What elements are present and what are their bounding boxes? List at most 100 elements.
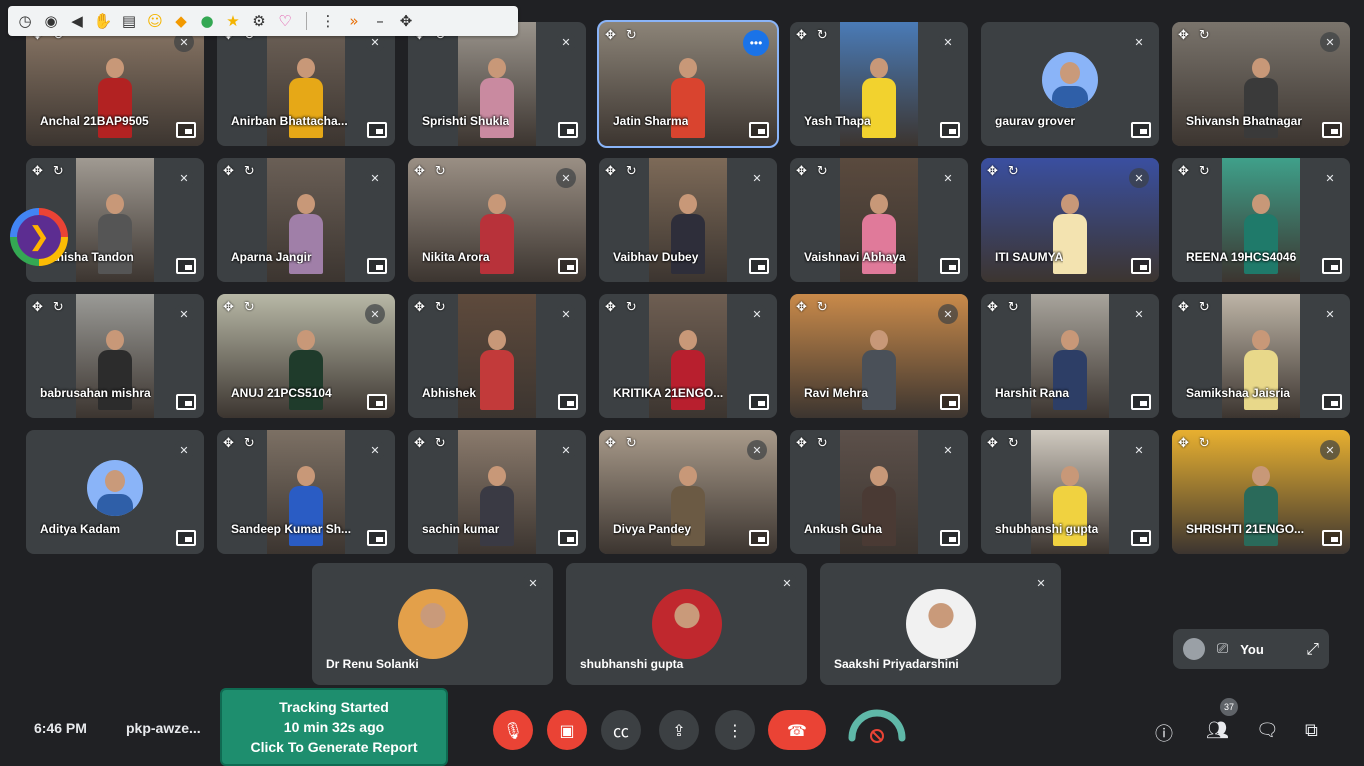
refresh-icon[interactable]: ↻ xyxy=(435,164,446,179)
refresh-icon[interactable]: ↻ xyxy=(53,300,64,315)
self-view-tile[interactable]: ⎚ You ⤢ xyxy=(1173,629,1329,669)
refresh-icon[interactable]: ↻ xyxy=(1199,164,1210,179)
refresh-icon[interactable]: ↻ xyxy=(1008,300,1019,315)
picture-in-picture-icon[interactable] xyxy=(367,122,387,138)
refresh-icon[interactable]: ↻ xyxy=(817,164,828,179)
refresh-icon[interactable]: ↻ xyxy=(817,28,828,43)
picture-in-picture-icon[interactable] xyxy=(1322,258,1342,274)
picture-in-picture-icon[interactable] xyxy=(367,394,387,410)
picture-in-picture-icon[interactable] xyxy=(558,258,578,274)
picture-in-picture-icon[interactable] xyxy=(940,530,960,546)
move-icon[interactable]: ✥ xyxy=(414,300,425,315)
camera-toggle-button[interactable]: ▣ xyxy=(547,710,587,750)
picture-in-picture-icon[interactable] xyxy=(1322,122,1342,138)
mic-toggle-button[interactable]: 🎙︎ xyxy=(493,710,533,750)
picture-in-picture-icon[interactable] xyxy=(176,122,196,138)
tracking-report-button[interactable]: Tracking Started 10 min 32s ago Click To… xyxy=(220,688,448,766)
move-icon[interactable]: ✥ xyxy=(414,164,425,179)
move-icon[interactable]: ✥ xyxy=(1178,164,1189,179)
participant-tile[interactable]: ✕ Dr Renu Solanki xyxy=(312,563,553,685)
participant-tile[interactable]: ✥ ↻ ✕ Divya Pandey xyxy=(599,430,777,554)
captions-button[interactable]: ㏄ xyxy=(601,710,641,750)
participant-tile[interactable]: ✥ ↻ ✕ Samikshaa Jaisria xyxy=(1172,294,1350,418)
move-icon[interactable]: ✥ xyxy=(1178,436,1189,451)
refresh-icon[interactable]: ↻ xyxy=(435,300,446,315)
move-icon[interactable]: ✥ xyxy=(796,300,807,315)
shield-icon[interactable]: ♡ xyxy=(274,10,296,32)
refresh-icon[interactable]: ↻ xyxy=(1008,436,1019,451)
gear-icon[interactable]: ⚙ xyxy=(248,10,270,32)
picture-in-picture-icon[interactable] xyxy=(940,258,960,274)
participant-tile[interactable]: ✥ ↻ ✕ ANUJ 21PCS5104 xyxy=(217,294,395,418)
participant-tile[interactable]: ✥↻✕Anchal 21BAP9505 xyxy=(26,22,204,146)
picture-in-picture-icon[interactable] xyxy=(1131,258,1151,274)
participant-tile[interactable]: ✥ ↻ ✕ Vaibhav Dubey xyxy=(599,158,777,282)
participant-tile[interactable]: ✥ ↻ ✕ KRITIKA 21ENGO... xyxy=(599,294,777,418)
refresh-icon[interactable]: ↻ xyxy=(1199,300,1210,315)
refresh-icon[interactable]: ↻ xyxy=(626,28,637,43)
participant-tile[interactable]: ✥ ↻ ✕ Sandeep Kumar Sh... xyxy=(217,430,395,554)
move-icon[interactable]: ✥ xyxy=(605,436,616,451)
move-icon[interactable]: ✥ xyxy=(223,436,234,451)
move-icon[interactable]: ✥ xyxy=(987,436,998,451)
move-icon[interactable]: ✥ xyxy=(987,300,998,315)
participant-tile[interactable]: ✥↻✕Sprishti Shukla xyxy=(408,22,586,146)
raise-hand-icon[interactable]: ✋ xyxy=(92,10,114,32)
star-icon[interactable]: ★ xyxy=(222,10,244,32)
participant-tile[interactable]: ✥ ↻ ✕ Nikita Arora xyxy=(408,158,586,282)
refresh-icon[interactable]: ↻ xyxy=(53,164,64,179)
move-icon[interactable]: ✥ xyxy=(32,300,43,315)
clipboard-icon[interactable]: ▤ xyxy=(118,10,140,32)
refresh-icon[interactable]: ↻ xyxy=(817,436,828,451)
move-icon[interactable]: ✥ xyxy=(605,164,616,179)
picture-in-picture-icon[interactable] xyxy=(176,530,196,546)
refresh-icon[interactable]: ↻ xyxy=(435,436,446,451)
participant-tile[interactable]: ✥ ↻ ✕ ITI SAUMYA xyxy=(981,158,1159,282)
fast-forward-icon[interactable]: » xyxy=(343,10,365,32)
eye-icon[interactable]: ◉ xyxy=(40,10,62,32)
emoji-icon[interactable]: ☺ xyxy=(144,10,166,32)
participant-tile[interactable]: ✥ ↻ ✕ Harshit Rana xyxy=(981,294,1159,418)
picture-in-picture-icon[interactable] xyxy=(1131,530,1151,546)
move-icon[interactable]: ✥ xyxy=(414,436,425,451)
participant-tile[interactable]: ✥↻✕Anirban Bhattacha... xyxy=(217,22,395,146)
participant-tile[interactable]: ✥ ↻ ✕ Vaishnavi Abhaya xyxy=(790,158,968,282)
present-button[interactable]: ⇪ xyxy=(659,710,699,750)
end-call-button[interactable]: ☎ xyxy=(768,710,826,750)
participant-tile[interactable]: ✥ ↻ ••• Jatin Sharma xyxy=(597,20,779,148)
refresh-icon[interactable]: ↻ xyxy=(626,164,637,179)
refresh-icon[interactable]: ↻ xyxy=(244,436,255,451)
participant-tile[interactable]: ✕ Saakshi Priyadarshini xyxy=(820,563,1061,685)
picture-in-picture-icon[interactable] xyxy=(176,394,196,410)
chat-bubble-icon[interactable]: ● xyxy=(196,10,218,32)
move-icon[interactable]: ✥ xyxy=(605,300,616,315)
speaker-icon[interactable]: ◀ xyxy=(66,10,88,32)
participant-tile[interactable]: ✕ gaurav grover xyxy=(981,22,1159,146)
picture-in-picture-icon[interactable] xyxy=(1322,394,1342,410)
move-icon[interactable]: ✥ xyxy=(223,164,234,179)
picture-in-picture-icon[interactable] xyxy=(749,530,769,546)
participant-tile[interactable]: ✥ ↻ ✕ shubhanshi gupta xyxy=(981,430,1159,554)
participant-tile[interactable]: ✥ ↻ ✕ babrusahan mishra xyxy=(26,294,204,418)
more-options-button[interactable]: ⋮ xyxy=(715,710,755,750)
participant-tile[interactable]: ✥ ↻ ✕ Yash Thapa xyxy=(790,22,968,146)
move-icon[interactable]: ✥ xyxy=(223,300,234,315)
picture-in-picture-icon[interactable] xyxy=(558,530,578,546)
participant-tile[interactable]: ✥ ↻ ✕ Shivansh Bhatnagar xyxy=(1172,22,1350,146)
participant-tile[interactable]: ✥ ↻ ✕ sachin kumar xyxy=(408,430,586,554)
participant-tile[interactable]: ✕ shubhanshi gupta xyxy=(566,563,807,685)
picture-in-picture-icon[interactable] xyxy=(1131,122,1151,138)
move-icon[interactable]: ✥ xyxy=(395,10,417,32)
picture-in-picture-icon[interactable] xyxy=(749,394,769,410)
picture-in-picture-icon[interactable] xyxy=(940,394,960,410)
move-icon[interactable]: ✥ xyxy=(796,436,807,451)
participant-tile[interactable]: ✥ ↻ ✕ Ankush Guha xyxy=(790,430,968,554)
participant-tile[interactable]: ✥ ↻ ✕ REENA 19HCS4046 xyxy=(1172,158,1350,282)
picture-in-picture-icon[interactable] xyxy=(1322,530,1342,546)
extension-side-launcher[interactable]: ❯ xyxy=(10,208,68,266)
refresh-icon[interactable]: ↻ xyxy=(244,164,255,179)
picture-in-picture-icon[interactable] xyxy=(176,258,196,274)
picture-in-picture-icon[interactable] xyxy=(749,258,769,274)
expand-icon[interactable]: ⤢ xyxy=(1306,639,1319,659)
participant-tile[interactable]: ✥ ↻ ✕ Ravi Mehra xyxy=(790,294,968,418)
